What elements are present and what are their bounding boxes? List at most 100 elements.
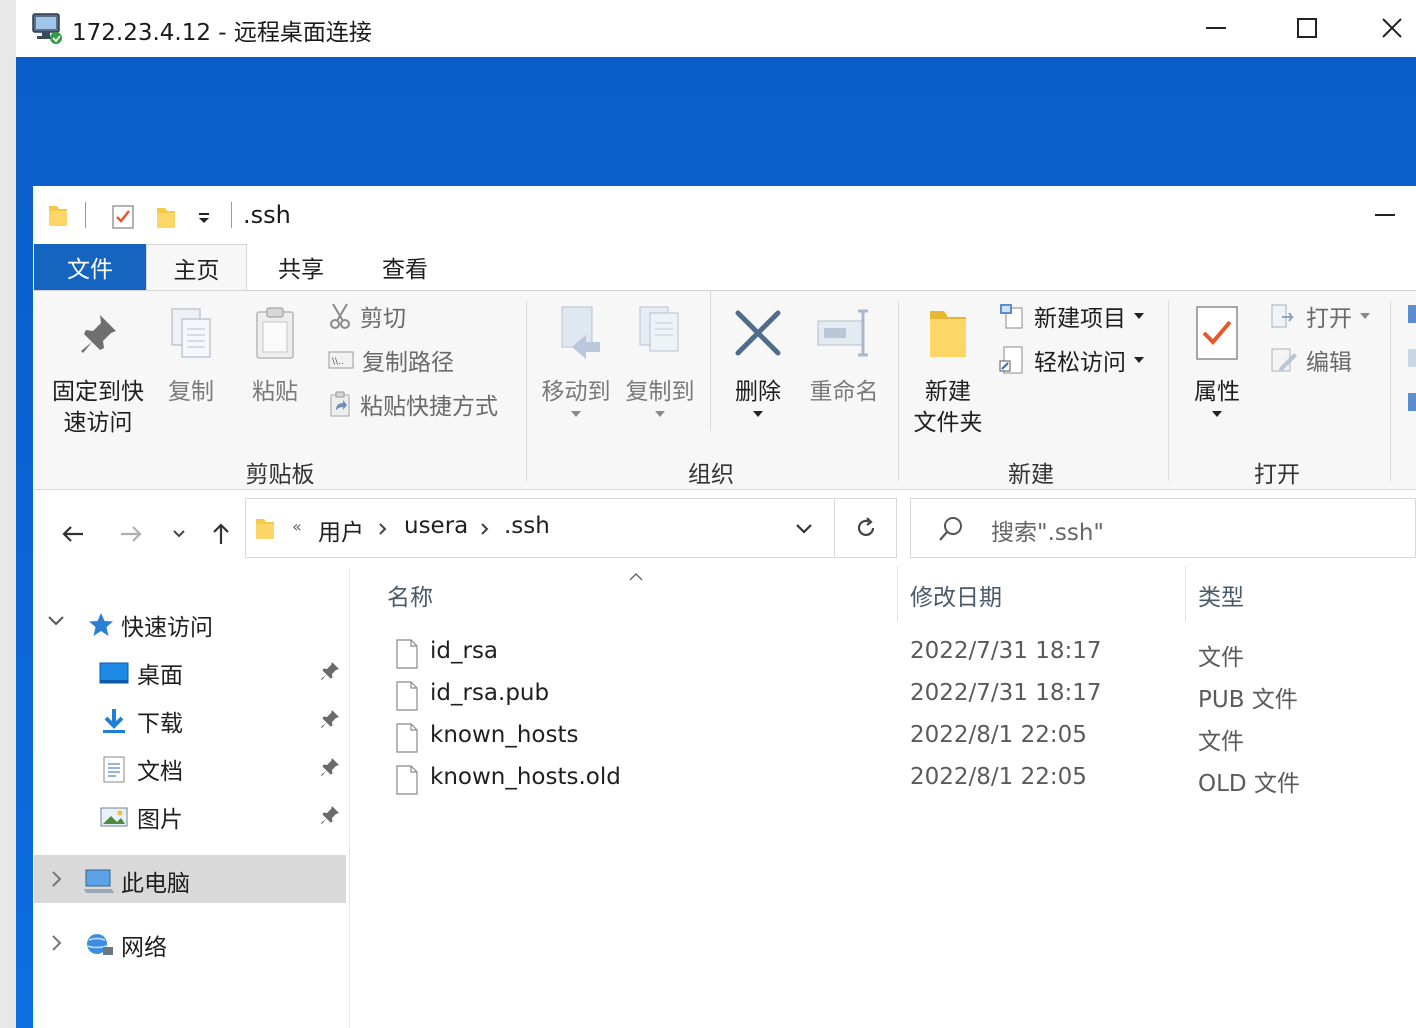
file-icon [396,765,418,795]
new-item-button[interactable]: 新建项目 [998,299,1144,333]
nav-item-network[interactable]: 网络 [83,928,167,962]
new-folder-qat-icon[interactable] [155,204,177,234]
nav-item-pictures-label: 图片 [137,807,183,833]
pin-label-line1: 固定到快 [52,379,144,405]
explorer-minimize-button[interactable] [1365,200,1405,230]
nav-item-pictures[interactable]: 图片 [99,800,183,834]
maximize-icon [1297,18,1317,38]
column-divider[interactable] [1185,566,1186,622]
nav-quick-access[interactable]: 快速访问 [87,608,213,642]
new-item-icon [1000,304,1023,329]
pin-icon[interactable] [319,708,341,734]
quick-access-collapse-toggle[interactable] [47,612,65,631]
address-history-dropdown[interactable] [794,521,814,540]
file-modified: 2022/8/1 22:05 [910,764,1087,790]
up-button[interactable] [203,516,239,552]
sort-ascending-icon [629,566,643,585]
tab-share[interactable]: 共享 [247,244,355,290]
paste-button[interactable]: 粘贴 [244,303,306,408]
file-modified: 2022/7/31 18:17 [910,680,1102,706]
new-folder-icon [906,303,990,363]
table-row[interactable]: id_rsa.pub 2022/7/31 18:17 PUB 文件 [383,676,1403,718]
rdp-maximize-button[interactable] [1277,8,1337,48]
breadcrumb-users[interactable]: 用户 [318,513,364,547]
pin-to-quick-access-button[interactable]: 固定到快 速访问 [42,303,154,439]
nav-pane-divider[interactable] [349,568,350,1028]
paste-shortcut-icon [330,391,350,417]
breadcrumb-usera[interactable]: usera [404,513,468,539]
nav-item-downloads[interactable]: 下载 [99,704,183,738]
rename-button[interactable]: 重命名 [804,303,884,408]
properties-check-icon[interactable] [111,202,135,234]
nav-item-documents[interactable]: 文档 [99,752,183,786]
network-expand-toggle[interactable] [51,934,63,956]
new-folder-label-line1: 新建 [925,379,971,405]
search-placeholder: 搜索".ssh" [991,520,1105,546]
clipboard-group-label: 剪贴板 [245,462,315,488]
copy-to-button[interactable]: 复制到 [622,303,698,421]
copy-button[interactable]: 复制 [160,303,222,408]
tab-file[interactable]: 文件 [34,244,146,290]
properties-icon [1180,303,1254,363]
open-dropdown-icon [1360,313,1370,319]
move-to-icon [538,303,614,363]
this-pc-expand-toggle[interactable] [51,870,63,892]
breadcrumb-ssh[interactable]: .ssh [504,513,550,539]
file-icon [396,723,418,753]
delete-button[interactable]: 删除 [726,303,790,421]
pin-icon[interactable] [319,804,341,830]
breadcrumb-separator-icon [480,521,490,540]
edit-pencil-icon [1271,348,1297,372]
refresh-button[interactable] [835,498,897,558]
recent-locations-button[interactable] [161,516,197,552]
explorer-window-title: .ssh [243,201,291,229]
customize-toolbar-dropdown-icon[interactable] [197,210,211,229]
pin-icon[interactable] [319,660,341,686]
search-icon [937,515,965,547]
folder-icon [47,202,69,232]
nav-item-desktop[interactable]: 桌面 [99,656,183,690]
new-item-dropdown-icon [1134,313,1144,319]
edit-button[interactable]: 编辑 [1270,343,1352,377]
open-button[interactable]: 打开 [1270,299,1370,333]
nav-item-this-pc[interactable]: 此电脑 [83,864,190,898]
nav-item-desktop-label: 桌面 [137,663,183,689]
column-divider[interactable] [897,566,898,622]
forward-button[interactable] [113,516,149,552]
chevron-down-icon [48,616,64,626]
move-to-button[interactable]: 移动到 [538,303,614,421]
file-name: known_hosts [430,722,579,748]
rdp-minimize-button[interactable] [1186,8,1246,48]
new-folder-label-line2: 文件夹 [913,410,983,436]
nav-item-this-pc-selected[interactable] [34,855,346,903]
copy-path-button[interactable]: \\.. 复制路径 [328,343,454,377]
column-header-modified[interactable]: 修改日期 [910,578,1002,612]
rdp-window-title: 172.23.4.12 - 远程桌面连接 [72,20,372,46]
chevron-right-icon [52,935,62,951]
organize-group-label: 组织 [688,462,734,488]
overflow-chevron[interactable]: « [292,517,302,536]
rdp-close-button[interactable] [1368,8,1416,48]
tab-home[interactable]: 主页 [146,244,247,290]
ribbon-group-divider [898,301,899,481]
arrow-left-icon [62,526,83,542]
address-bar[interactable]: « 用户 usera .ssh [245,498,835,558]
pin-icon[interactable] [319,756,341,782]
new-folder-button[interactable]: 新建 文件夹 [906,303,990,439]
search-box[interactable]: 搜索".ssh" [910,498,1416,558]
table-row[interactable]: known_hosts 2022/8/1 22:05 文件 [383,718,1403,760]
column-header-name[interactable]: 名称 [387,578,433,612]
properties-button[interactable]: 属性 [1180,303,1254,421]
ribbon-group-divider [526,301,527,481]
easy-access-button[interactable]: 轻松访问 [998,343,1144,377]
column-header-type[interactable]: 类型 [1198,578,1244,612]
paste-shortcut-button[interactable]: 粘贴快捷方式 [328,387,498,421]
table-row[interactable]: known_hosts.old 2022/8/1 22:05 OLD 文件 [383,760,1403,802]
new-item-label: 新建项目 [1034,306,1126,332]
rename-label: 重命名 [809,379,879,405]
tab-view[interactable]: 查看 [355,244,455,290]
cut-button[interactable]: 剪切 [328,299,406,333]
refresh-icon [857,517,874,537]
back-button[interactable] [55,516,91,552]
table-row[interactable]: id_rsa 2022/7/31 18:17 文件 [383,634,1403,676]
